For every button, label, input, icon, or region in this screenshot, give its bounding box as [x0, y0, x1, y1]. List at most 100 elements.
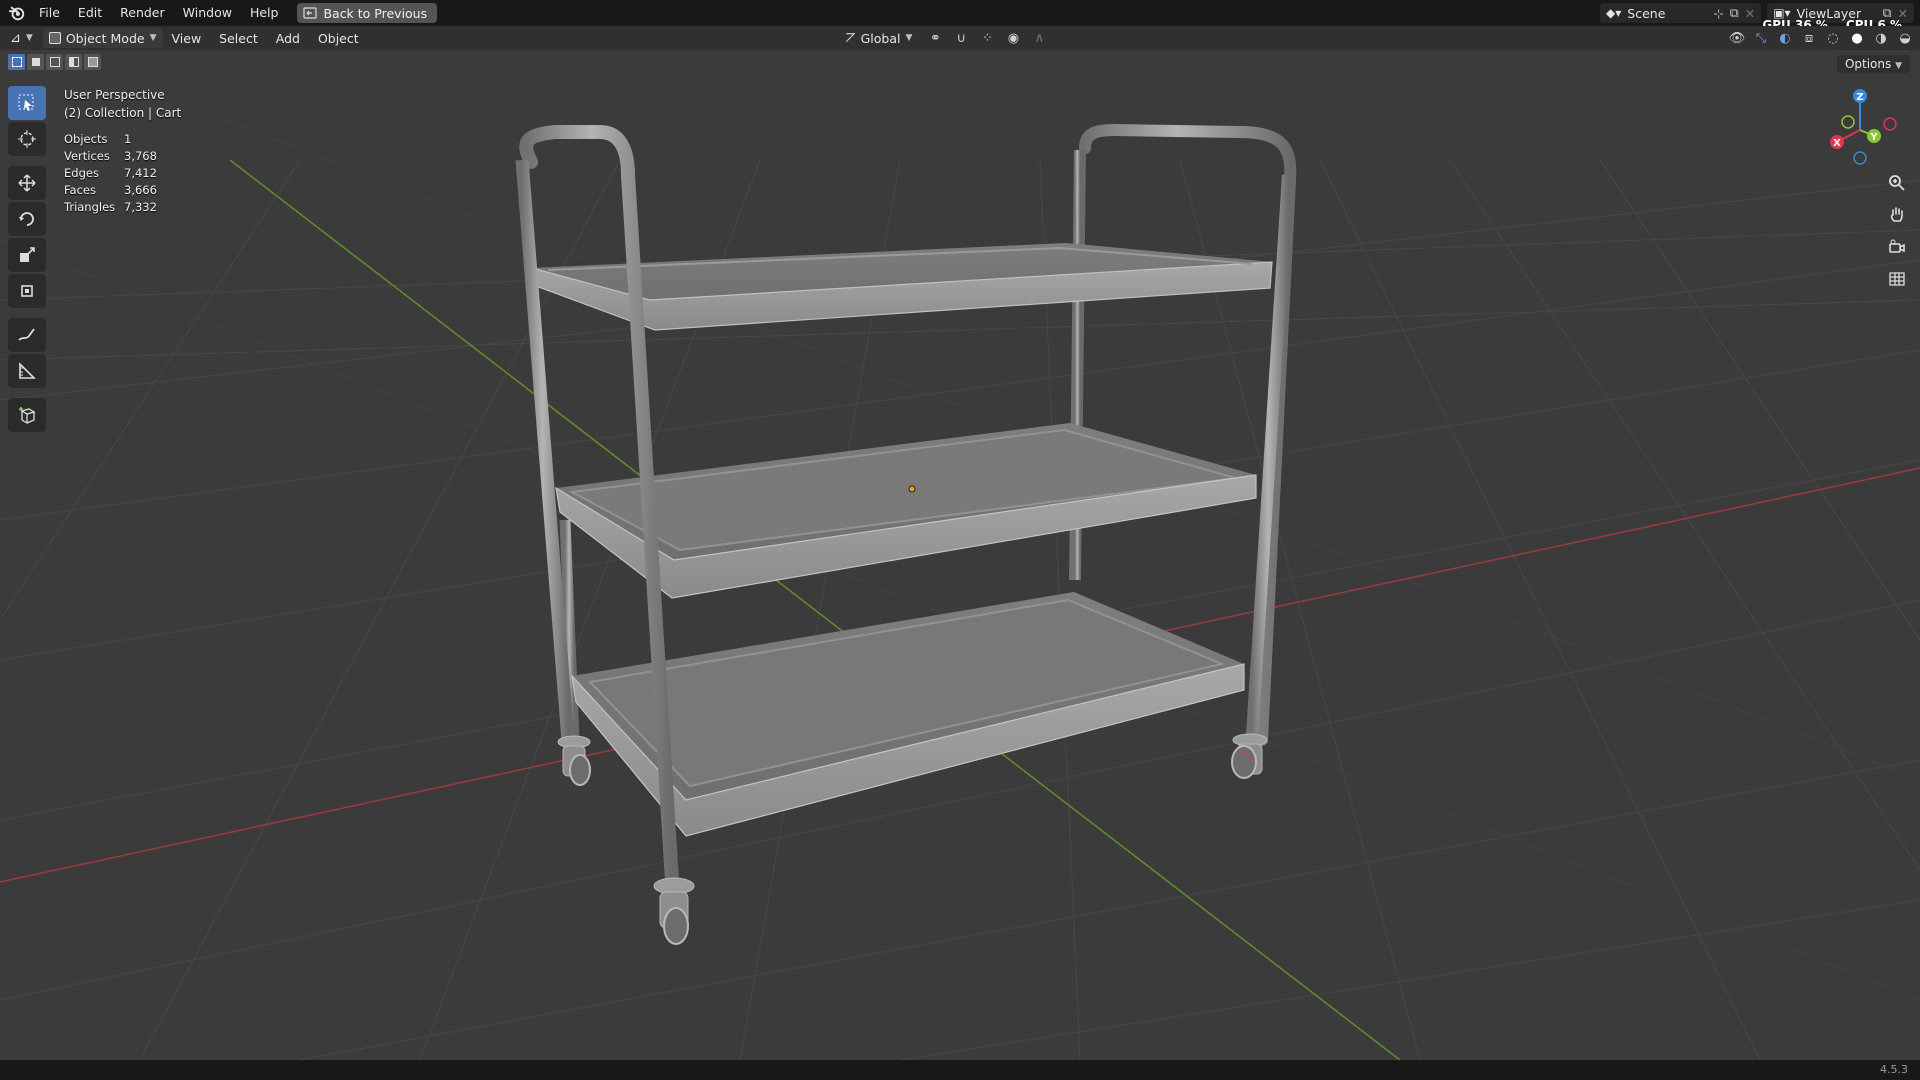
editor-type-selector[interactable]: ⊿ ▼: [4, 28, 39, 48]
caster-wheel: [557, 735, 591, 786]
stat-row: Vertices 3,768: [64, 148, 157, 165]
menu-render[interactable]: Render: [111, 0, 174, 26]
stat-value: 7,412: [124, 166, 157, 180]
stat-row: Faces 3,666: [64, 182, 157, 199]
blender-logo-icon[interactable]: [8, 4, 26, 22]
pivot-point-icon[interactable]: ⚭: [926, 29, 944, 47]
status-bar: 4.5.3: [0, 1060, 1920, 1080]
cursor-tool[interactable]: [8, 122, 46, 156]
select-cursor-icon: [18, 94, 34, 111]
mode-label: Object Mode: [65, 30, 145, 46]
transform-orientation-selector[interactable]: ⦢ Global ▼: [840, 28, 918, 48]
proportional-editing-icon[interactable]: ◉: [1004, 29, 1022, 47]
stat-value: 7,332: [124, 200, 157, 214]
orientation-icon: ⦢: [846, 30, 856, 45]
back-to-previous-button[interactable]: Back to Previous: [297, 3, 438, 23]
select-subtract-icon[interactable]: [46, 54, 63, 70]
stat-label: Faces: [64, 183, 96, 197]
select-intersect-icon[interactable]: [84, 54, 101, 70]
select-invert-icon[interactable]: [65, 54, 82, 70]
select-extend-icon[interactable]: [27, 54, 44, 70]
view-name: User Perspective: [64, 88, 165, 102]
shading-material-icon[interactable]: ◑: [1872, 29, 1890, 47]
collection-info: (2) Collection | Cart: [64, 106, 182, 120]
shading-solid-icon[interactable]: ●: [1848, 29, 1866, 47]
zoom-icon[interactable]: [1884, 170, 1910, 196]
menu-edit[interactable]: Edit: [69, 0, 111, 26]
menu-file[interactable]: File: [30, 0, 69, 26]
move-tool[interactable]: [8, 166, 46, 200]
object-origin: [908, 485, 916, 493]
ortho-grid-icon[interactable]: [1884, 266, 1910, 292]
tool-shelf: [8, 86, 48, 432]
annotate-pencil-icon: [18, 328, 35, 341]
camera-view-icon[interactable]: [1884, 234, 1910, 260]
object-mode-icon: [48, 32, 61, 44]
transform-tool[interactable]: [8, 274, 46, 308]
stat-value: 3,666: [124, 183, 157, 197]
options-dropdown[interactable]: Options ▼: [1836, 55, 1910, 73]
move-arrows-icon: [18, 174, 36, 192]
new-scene-icon[interactable]: ⧉: [1730, 5, 1739, 21]
stat-row: Objects 1: [64, 131, 157, 148]
gizmo-x-label: X: [1833, 138, 1841, 149]
scene-statistics: Objects 1 Vertices 3,768 Edges 7,412 Faces 3…: [64, 131, 157, 216]
select-box-tool[interactable]: [8, 86, 46, 120]
scale-tool[interactable]: [8, 238, 46, 272]
xray-icon[interactable]: ⧈: [1800, 29, 1818, 47]
gizmo-y-label: Y: [1869, 132, 1878, 143]
add-cube-icon: [19, 407, 36, 425]
add-cube-tool[interactable]: [8, 398, 46, 432]
mode-selector[interactable]: Object Mode ▼: [42, 28, 163, 48]
gizmo-z-label: Z: [1856, 92, 1863, 103]
menu-window[interactable]: Window: [174, 0, 241, 26]
snap-increment-icon[interactable]: ⁘: [978, 29, 996, 47]
scene-selector[interactable]: ◆▾ Scene ⊹ ⧉ ✕: [1600, 3, 1762, 23]
cart-model[interactable]: [515, 123, 1297, 945]
ruler-icon: [19, 362, 36, 379]
overlay-toggle-icon[interactable]: ◐: [1776, 29, 1794, 47]
back-button-label: Back to Previous: [323, 5, 428, 21]
scene-name[interactable]: Scene: [1627, 6, 1707, 21]
navigation-buttons: [1884, 170, 1910, 292]
menu-view[interactable]: View: [163, 31, 211, 46]
navigation-gizmo[interactable]: Z X Y: [1830, 86, 1908, 170]
stat-row: Triangles 7,332: [64, 199, 157, 216]
pan-hand-icon[interactable]: [1884, 202, 1910, 228]
caster-wheel: [653, 877, 695, 945]
viewport-header-right: 👁 ⤡ ◐ ⧈ ◌ ● ◑ ◒: [1728, 26, 1914, 50]
blender-window: File Edit Render Window Help Back to Pre…: [0, 0, 1920, 1080]
gizmo-toggle-icon[interactable]: ⤡: [1752, 29, 1770, 47]
falloff-icon[interactable]: ∧: [1030, 29, 1048, 47]
pin-icon[interactable]: ⊹: [1713, 6, 1723, 21]
caster-wheel: [1231, 733, 1268, 779]
menu-object[interactable]: Object: [309, 31, 368, 46]
menu-help[interactable]: Help: [241, 0, 288, 26]
chevron-down-icon: ▼: [25, 33, 33, 43]
viewport-editor-icon: ⊿: [10, 30, 21, 46]
3d-viewport[interactable]: [0, 50, 1920, 1060]
measure-tool[interactable]: [8, 354, 46, 388]
remove-scene-icon[interactable]: ✕: [1745, 6, 1755, 21]
screen-back-icon: [303, 7, 318, 19]
gizmo-neg-x-handle[interactable]: [1883, 117, 1897, 131]
select-new-icon[interactable]: [8, 54, 25, 70]
stat-label: Objects: [64, 132, 108, 146]
visibility-icon[interactable]: 👁: [1728, 29, 1746, 47]
gizmo-neg-y-handle[interactable]: [1841, 115, 1855, 129]
rotate-tool[interactable]: [8, 202, 46, 236]
menu-select[interactable]: Select: [210, 31, 267, 46]
snap-icon[interactable]: ∪: [952, 29, 970, 47]
stat-label: Edges: [64, 166, 99, 180]
stat-row: Edges 7,412: [64, 165, 157, 182]
stat-value: 3,768: [124, 149, 157, 163]
gizmo-neg-z-handle[interactable]: [1853, 151, 1867, 165]
viewport-info-overlay: User Perspective (2) Collection | Cart: [64, 86, 181, 122]
stat-label: Triangles: [64, 200, 116, 214]
chevron-down-icon: ▼: [149, 33, 157, 43]
shading-rendered-icon[interactable]: ◒: [1896, 29, 1914, 47]
shading-wireframe-icon[interactable]: ◌: [1824, 29, 1842, 47]
menu-add[interactable]: Add: [267, 31, 309, 46]
annotate-tool[interactable]: [8, 318, 46, 352]
selection-mode-buttons: [8, 54, 101, 70]
